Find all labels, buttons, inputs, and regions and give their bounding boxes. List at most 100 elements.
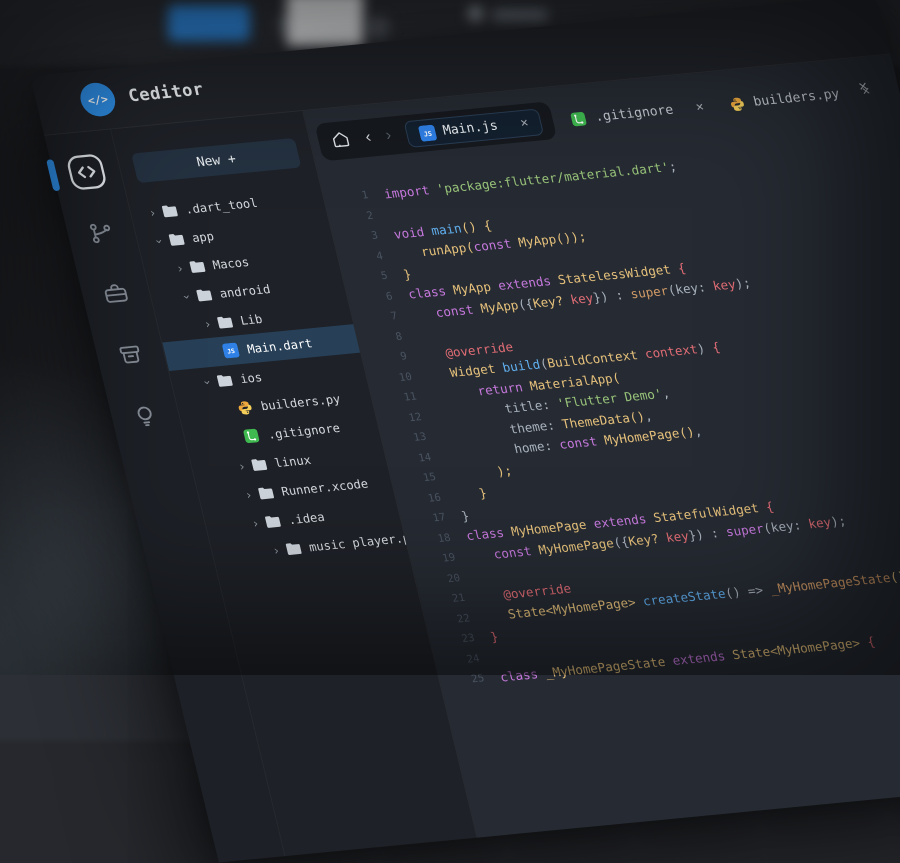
python-file-icon [728,96,748,112]
tab-label: Main.js [441,118,499,138]
active-tab-slot: JSMain.js × [403,108,544,148]
chevron-left-icon: ‹ [364,130,373,146]
tree-item-label: ios [239,370,264,386]
chevron-icon: › [151,233,168,248]
line-number: 6 [347,289,410,307]
chevron-icon: › [199,316,216,331]
line-number: 4 [338,248,401,266]
chevron-icon: › [178,289,195,304]
tree-item-label: .idea [287,509,326,526]
tab-label: .gitignore [594,103,675,125]
git-file-icon [242,428,262,444]
line-number: 13 [381,430,444,448]
line-number: 14 [386,450,449,468]
briefcase-icon [100,279,133,310]
background-blue-button [168,5,250,41]
chevron-icon: › [233,458,250,473]
nav-back-button[interactable]: ‹ [364,130,373,146]
active-indicator [46,159,61,191]
branch-icon [85,218,118,249]
background-icon-blob [366,16,390,40]
archive-box-icon [114,340,147,371]
chevron-icon: › [240,487,257,502]
tab-close-button[interactable]: × [519,115,530,130]
no-chevron [221,408,235,409]
tab--gitignore[interactable]: .gitignore × [568,91,706,127]
nav-forward-button[interactable]: › [384,128,393,144]
tree-item-label: Runner.xcode [280,476,370,498]
no-chevron [207,351,221,352]
line-number: 5 [342,268,405,286]
app-title: Ceditor [126,80,206,107]
folder-file-icon [263,513,283,529]
folder-file-icon [194,287,214,303]
background-text-blob [492,10,548,20]
line-number: 11 [371,389,434,407]
line-number: 3 [333,228,396,246]
line-number: 24 [434,651,497,669]
rail-item-code[interactable] [64,153,111,194]
python-file-icon [235,399,255,415]
folder-file-icon [249,456,269,472]
chevron-icon: › [171,260,188,275]
line-text: } [455,486,489,504]
new-file-button[interactable]: New + [131,138,301,183]
rail-item-source-control[interactable] [78,213,125,254]
line-number: 18 [405,530,468,548]
chevron-icon: › [247,515,264,530]
line-number: 10 [367,369,430,387]
tree-item-label: .gitignore [266,421,341,442]
tree-item-label: builders.py [259,391,341,412]
tree-item-label: linux [273,452,312,469]
tree-item-label: .dart_tool [184,195,259,216]
tree-item-label: Lib [239,312,264,328]
line-number: 17 [400,510,463,528]
folder-file-icon [187,258,207,274]
editor-window: </> Ceditor [30,0,900,862]
line-number: 20 [415,570,478,588]
rail-item-archive[interactable] [107,335,154,376]
home-button[interactable] [328,128,353,153]
rail-item-ideas[interactable] [122,396,169,437]
folder-file-icon [256,485,276,501]
tab-main-js[interactable]: JSMain.js × [403,108,544,148]
js-file-icon: JS [417,124,437,140]
tab-close-button[interactable]: × [694,100,705,115]
folder-file-icon [215,314,235,330]
line-number: 19 [410,550,473,568]
folder-file-icon [160,203,180,219]
line-number: 8 [357,329,420,347]
line-number: 1 [323,188,386,206]
background-avatar-blob [468,6,483,21]
tab-label: builders.py [752,87,841,110]
home-icon [328,128,353,153]
folder-file-icon [166,231,186,247]
line-number: 23 [429,631,492,649]
rail-item-projects[interactable] [93,274,140,315]
folder-file-icon [215,372,235,388]
folder-file-icon [283,540,303,556]
line-number: 7 [352,309,415,327]
tab-builders-py[interactable]: builders.py× [726,75,872,112]
git-file-icon [570,111,590,127]
line-number: 25 [439,671,502,689]
line-number: 15 [391,470,454,488]
line-number: 21 [420,591,483,609]
nav-strip: ‹ › JSMain.js × [314,101,557,161]
app-logo-icon: </> [77,81,119,118]
chevron-icon: › [199,374,216,389]
window-body: New + ›.dart_tool›app›Macos›android›LibJ… [44,54,900,862]
tree-item-label: Macos [211,255,250,272]
tree-item-label: Main.dart [246,336,314,356]
chevron-icon: › [144,205,161,220]
background-white-page [287,0,363,46]
no-chevron [228,437,242,438]
tree-item-label: app [190,229,215,245]
line-number: 22 [425,611,488,629]
tree-item-label: android [218,282,272,301]
line-number: 2 [328,208,391,226]
chevron-right-icon: › [384,128,393,144]
window-close-button[interactable]: × [851,76,876,97]
chevron-icon: › [268,543,285,558]
line-number: 16 [396,490,459,508]
